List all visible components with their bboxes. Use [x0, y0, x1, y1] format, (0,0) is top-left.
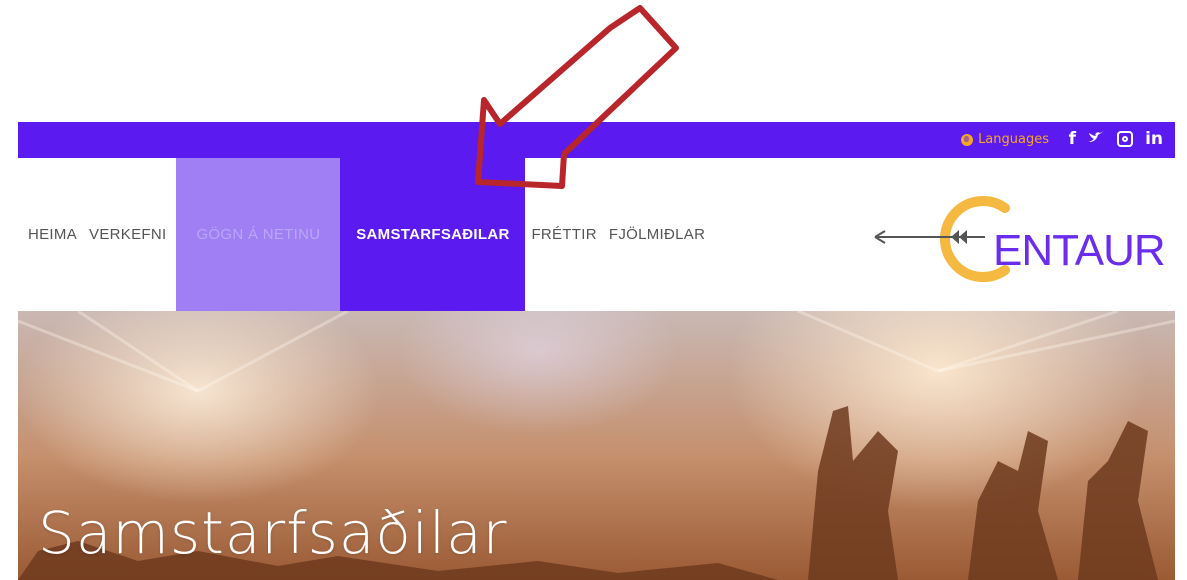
social-links: f in — [1069, 129, 1163, 149]
nav-item-heima[interactable]: HEIMA — [18, 158, 83, 311]
twitter-icon[interactable] — [1088, 129, 1105, 149]
main-navigation-bar: HEIMA VERKEFNI GÖGN Á NETINU SAMSTARFSAÐ… — [18, 158, 1175, 311]
instagram-icon[interactable] — [1117, 131, 1134, 147]
globe-icon — [961, 133, 974, 146]
linkedin-icon[interactable]: in — [1145, 129, 1163, 149]
nav-item-frettir[interactable]: FRÉTTIR — [525, 158, 602, 311]
nav-item-samstarfsadilar[interactable]: SAMSTARFSAÐILAR — [340, 158, 526, 311]
facebook-icon[interactable]: f — [1069, 129, 1076, 149]
nav-item-gogn-a-netinu[interactable]: GÖGN Á NETINU — [176, 158, 341, 311]
nav-item-verkefni[interactable]: VERKEFNI — [83, 158, 172, 311]
logo-text: ENTAUR — [993, 226, 1166, 275]
hero-banner: Samstarfsaðilar — [18, 311, 1175, 580]
top-bar: Languages f in — [18, 122, 1175, 158]
nav-item-fjolmidlar[interactable]: FJÖLMIÐLAR — [603, 158, 711, 311]
hero-title: Samstarfsaðilar — [38, 499, 508, 567]
languages-link[interactable]: Languages — [961, 132, 1049, 147]
languages-label: Languages — [978, 132, 1049, 147]
centaur-logo[interactable]: ENTAUR — [867, 188, 1167, 284]
main-nav: HEIMA VERKEFNI GÖGN Á NETINU SAMSTARFSAÐ… — [18, 158, 711, 311]
